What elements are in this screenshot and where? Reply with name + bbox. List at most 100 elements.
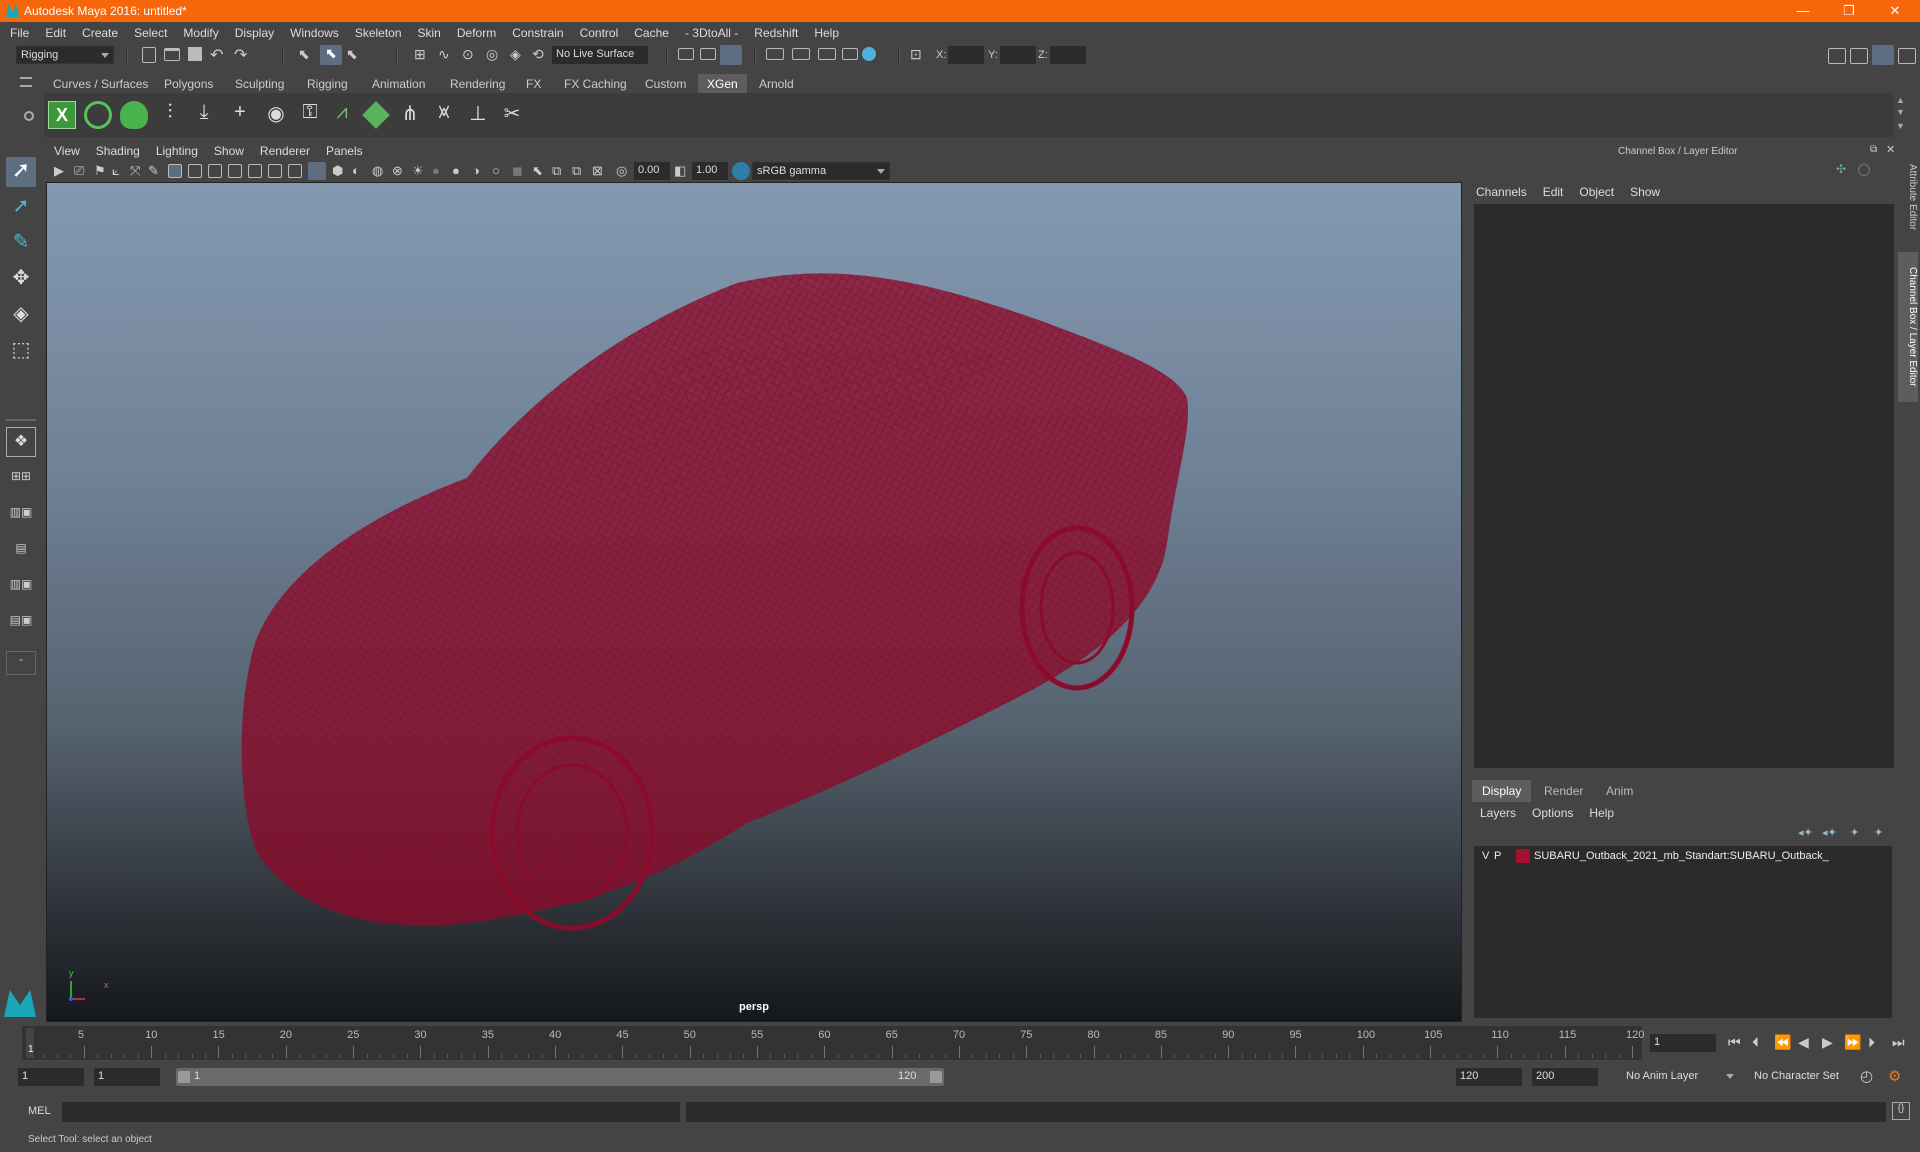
- smooth-shade-icon[interactable]: ⬢: [332, 163, 350, 179]
- menu-constrain[interactable]: Constrain: [504, 26, 571, 40]
- film-gate-icon[interactable]: [188, 164, 202, 178]
- menu-create[interactable]: Create: [74, 26, 126, 40]
- mel-label[interactable]: MEL: [28, 1105, 51, 1117]
- float-panel-icon[interactable]: ⧉: [1870, 144, 1877, 155]
- end-time-field[interactable]: 200: [1532, 1068, 1598, 1086]
- save-scene-icon[interactable]: [188, 47, 202, 61]
- wireframe-on-shaded-icon[interactable]: ◐: [352, 163, 370, 179]
- channel-box-manipulator-icon[interactable]: ✣: [1836, 162, 1852, 178]
- layer-menu-help[interactable]: Help: [1581, 806, 1622, 820]
- safe-title-icon[interactable]: [288, 164, 302, 178]
- collapse-toolbox-icon[interactable]: -: [6, 651, 36, 675]
- step-back-key-icon[interactable]: ⏪: [1774, 1034, 1791, 1051]
- start-time-field[interactable]: 1: [18, 1068, 84, 1086]
- character-set-dropdown[interactable]: No Character Set: [1750, 1068, 1862, 1086]
- xgen-editor-icon[interactable]: X: [48, 101, 76, 129]
- 2d-pan-zoom-icon[interactable]: ⤧: [130, 163, 148, 179]
- xgen-lock-guide-icon[interactable]: ⚿: [296, 101, 324, 129]
- wireframe-icon[interactable]: [308, 162, 326, 180]
- menu-modify[interactable]: Modify: [175, 26, 226, 40]
- menu-3dtoall[interactable]: - 3DtoAll -: [677, 26, 746, 40]
- shelf-menu-icon[interactable]: ▼: [1896, 121, 1905, 131]
- menu-redshift[interactable]: Redshift: [746, 26, 806, 40]
- tab-sculpting[interactable]: Sculpting: [226, 74, 293, 93]
- xray-joints-icon[interactable]: ⧉: [552, 163, 570, 179]
- scale-tool-icon[interactable]: ⬚: [6, 337, 36, 367]
- layer-row[interactable]: V P SUBARU_Outback_2021_mb_Standart:SUBA…: [1474, 846, 1892, 866]
- lasso-tool-icon[interactable]: ➚: [6, 193, 36, 223]
- script-editor-icon[interactable]: {}: [1892, 1102, 1910, 1120]
- channel-box-menu-channels[interactable]: Channels: [1468, 185, 1535, 199]
- depth-of-field-icon[interactable]: ◼: [512, 163, 530, 179]
- viewport-menu-view[interactable]: View: [46, 144, 88, 158]
- isolate-select-icon[interactable]: ⬉: [532, 163, 550, 179]
- anim-layer-dropdown[interactable]: No Anim Layer: [1622, 1068, 1738, 1086]
- menu-cache[interactable]: Cache: [626, 26, 677, 40]
- tab-render[interactable]: Render: [1534, 780, 1593, 802]
- tab-xgen[interactable]: XGen: [698, 74, 747, 93]
- new-scene-icon[interactable]: [142, 47, 156, 63]
- select-hierarchy-icon[interactable]: ⬉: [298, 46, 316, 62]
- shelf-settings-icon[interactable]: [24, 111, 34, 121]
- snap-surface-icon[interactable]: ◈: [510, 46, 528, 62]
- auto-key-icon[interactable]: ◴: [1860, 1067, 1873, 1085]
- playback-end-field[interactable]: 120: [1456, 1068, 1522, 1086]
- uv-editor-layout-icon[interactable]: ▤▣: [6, 613, 36, 639]
- undo-icon[interactable]: ↶: [210, 45, 228, 64]
- open-scene-icon[interactable]: [164, 48, 180, 61]
- channel-box-area[interactable]: [1474, 204, 1894, 768]
- tool-settings-toggle-icon[interactable]: [1898, 48, 1916, 64]
- snap-curve-icon[interactable]: ∿: [438, 46, 456, 62]
- tab-fx[interactable]: FX: [517, 74, 550, 93]
- channel-box-toggle-icon[interactable]: [1872, 45, 1894, 65]
- snap-view-plane-icon[interactable]: ◎: [486, 46, 504, 62]
- menu-edit[interactable]: Edit: [37, 26, 74, 40]
- four-view-layout-icon[interactable]: ⊞⊞: [6, 469, 36, 495]
- tab-polygons[interactable]: Polygons: [155, 74, 222, 93]
- layer-playback-toggle[interactable]: P: [1494, 850, 1501, 862]
- z-field[interactable]: [1050, 46, 1086, 64]
- safe-action-icon[interactable]: [268, 164, 282, 178]
- play-forwards-icon[interactable]: ▶: [1822, 1034, 1833, 1051]
- color-management-icon[interactable]: [732, 162, 750, 180]
- camera-attributes-icon[interactable]: ⎚: [74, 163, 92, 179]
- hypershade-icon[interactable]: [862, 47, 876, 61]
- channel-box-menu-object[interactable]: Object: [1571, 185, 1622, 199]
- tab-channel-box-layer-editor[interactable]: Channel Box / Layer Editor: [1898, 252, 1918, 402]
- modeling-toolkit-icon[interactable]: [1828, 48, 1846, 64]
- channel-box-menu-edit[interactable]: Edit: [1535, 185, 1572, 199]
- xray-icon[interactable]: ◍: [372, 163, 390, 179]
- xgen-comb-icon[interactable]: ⋔: [396, 101, 424, 129]
- menu-select[interactable]: Select: [126, 26, 175, 40]
- move-tool-icon[interactable]: ✥: [6, 265, 36, 295]
- menu-windows[interactable]: Windows: [282, 26, 347, 40]
- minimize-button[interactable]: —: [1780, 0, 1826, 22]
- move-layer-down-icon[interactable]: ◂✦: [1822, 826, 1837, 839]
- ipr-render-icon[interactable]: [818, 48, 836, 60]
- viewport-menu-renderer[interactable]: Renderer: [252, 144, 318, 158]
- persp-outliner-layout-icon[interactable]: ▥▣: [6, 505, 36, 531]
- go-to-end-icon[interactable]: ⏭: [1892, 1034, 1905, 1051]
- camera-select-icon[interactable]: ▶: [54, 163, 72, 179]
- attribute-editor-toggle-icon[interactable]: [1850, 48, 1868, 64]
- snap-point-icon[interactable]: ⊙: [462, 46, 480, 62]
- xgen-surface-icon[interactable]: [362, 101, 390, 129]
- viewport-menu-panels[interactable]: Panels: [318, 144, 371, 158]
- select-component-icon[interactable]: ⬉: [346, 46, 364, 62]
- mel-input[interactable]: [62, 1102, 680, 1122]
- menu-help[interactable]: Help: [806, 26, 847, 40]
- range-end-handle[interactable]: [930, 1071, 942, 1083]
- layer-menu-options[interactable]: Options: [1524, 806, 1581, 820]
- range-start-handle[interactable]: [178, 1071, 190, 1083]
- play-backwards-icon[interactable]: ◀: [1798, 1034, 1809, 1051]
- xgen-place-guide-icon[interactable]: ⤓: [190, 101, 218, 129]
- new-layer-from-selection-icon[interactable]: ✦: [1874, 826, 1883, 839]
- move-layer-up-icon[interactable]: ◂✦: [1798, 826, 1813, 839]
- construction-history-icon[interactable]: [720, 45, 742, 65]
- go-to-start-icon[interactable]: ⏮: [1728, 1034, 1741, 1051]
- menu-file[interactable]: File: [0, 26, 37, 40]
- xgen-grooming-icon[interactable]: ⩘: [328, 101, 356, 129]
- step-forward-frame-icon[interactable]: ⏵: [1868, 1034, 1875, 1051]
- gamma-icon[interactable]: ◧: [674, 163, 692, 179]
- render-current-frame-icon[interactable]: [792, 48, 810, 60]
